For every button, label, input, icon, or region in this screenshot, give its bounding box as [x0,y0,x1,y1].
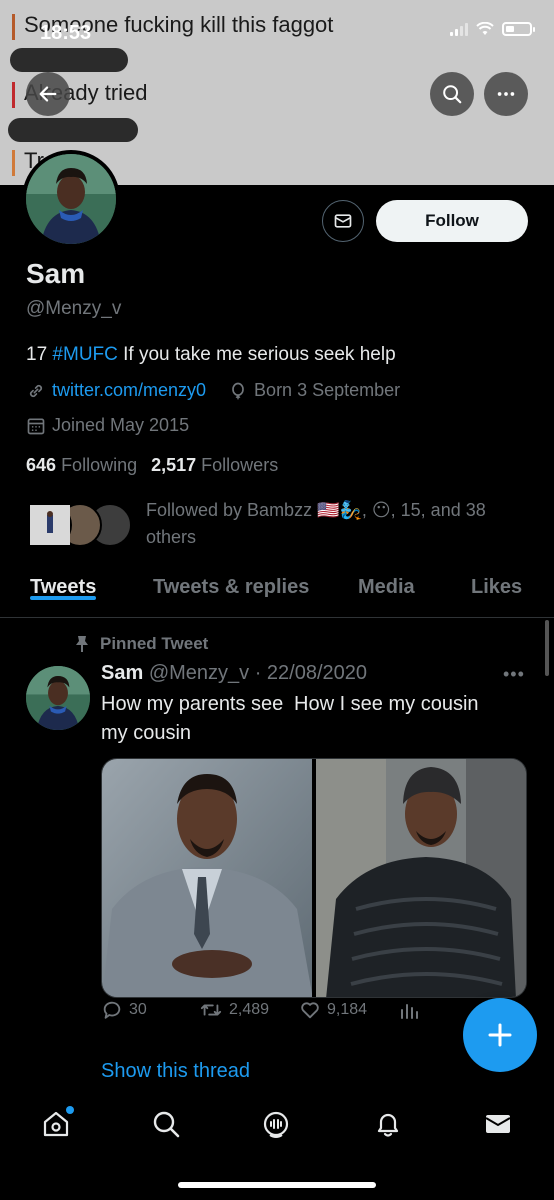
tab-likes[interactable]: Likes [471,566,522,599]
pin-icon [76,636,88,652]
tweet-header: Sam @Menzy_v · 22/08/2020 [101,662,367,685]
signal-icon [450,22,468,36]
avatar-photo [26,154,116,244]
profile-counts: 646 Following 2,517 Followers [26,455,278,476]
arrow-left-icon [39,86,57,102]
pinned-label: Pinned Tweet [74,634,208,654]
nav-messages[interactable] [478,1104,518,1144]
notification-dot [66,1106,74,1114]
back-button[interactable] [26,72,70,116]
nav-home[interactable] [36,1104,76,1144]
show-thread-link[interactable]: Show this thread [101,1060,250,1083]
compose-tweet-button[interactable] [463,998,537,1072]
balloon-icon [232,382,244,399]
tweet-caption-right: How I see my cousin [294,693,479,715]
message-button[interactable] [322,200,364,242]
tweet-image-left[interactable] [102,759,312,997]
banner-redaction [8,118,138,142]
following-count-link[interactable]: 646 Following [26,455,137,476]
profile-joined-row: Joined May 2015 [26,415,189,436]
tweet-author-name[interactable]: Sam [101,662,143,684]
more-button[interactable] [484,72,528,116]
nav-search[interactable] [146,1104,186,1144]
tweet-more-icon[interactable]: ••• [503,664,525,685]
bio-text: If you take me serious seek help [117,344,396,365]
mail-icon [334,214,352,228]
tweet-author-avatar[interactable] [26,666,90,730]
reply-icon [103,1001,121,1019]
nav-spaces[interactable] [256,1104,296,1144]
nav-notifications[interactable] [368,1104,408,1144]
bio-prefix: 17 [26,344,53,365]
search-icon [153,1111,180,1138]
wifi-icon [476,22,494,35]
like-button[interactable]: 9,184 [299,999,367,1021]
profile-tabs: Tweets Tweets & replies Media Likes [0,566,554,618]
calendar-icon [27,418,45,434]
profile-name: Sam [26,258,86,289]
profile-birthday: Born 3 September [254,380,401,400]
reply-count: 30 [129,1001,147,1018]
reply-button[interactable]: 30 [101,999,147,1021]
battery-icon [502,22,535,36]
tweet-caption-left: How my parents see my cousin [101,693,284,744]
profile-avatar[interactable] [22,150,120,248]
scrollbar[interactable] [545,620,549,676]
bio-hashtag-link[interactable]: #MUFC [52,344,117,365]
profile-meta-row: twitter.com/menzy0 Born 3 September [26,380,400,401]
spaces-icon [263,1111,289,1138]
avatar [28,503,72,547]
tab-media[interactable]: Media [358,566,415,599]
link-icon [29,384,43,397]
banner-redaction [10,48,128,72]
status-time: 18:53 [40,22,92,44]
profile-handle: @Menzy_v [26,298,122,319]
analytics-icon [401,1004,418,1019]
tweet-handle-date: @Menzy_v · 22/08/2020 [148,662,368,684]
more-horizontal-icon [497,92,515,96]
tab-tweets-and-replies[interactable]: Tweets & replies [153,566,309,599]
home-indicator[interactable] [178,1182,376,1188]
avatar-photo [26,666,90,730]
plus-icon [488,1023,512,1047]
home-icon [43,1111,69,1137]
search-icon [443,85,462,104]
search-button[interactable] [430,72,474,116]
retweet-icon [200,1004,222,1016]
like-count: 9,184 [327,1001,368,1018]
retweet-button[interactable]: 2,489 [199,999,269,1021]
mail-icon [485,1115,511,1133]
heart-icon [301,1002,319,1019]
tweet-media[interactable] [101,758,527,998]
tab-tweets[interactable]: Tweets [30,566,97,600]
tweet-image-right[interactable] [316,759,526,997]
status-icons [450,22,535,36]
bell-icon [377,1113,399,1137]
profile-bio: 17 #MUFC If you take me serious seek hel… [26,344,396,366]
follow-button[interactable]: Follow [376,200,528,242]
followed-by-text[interactable]: Followed by Bambzz 🇺🇸🧞, 😶, 15, and 38 ot… [146,497,526,551]
followers-count-link[interactable]: 2,517 Followers [151,455,278,476]
profile-joined: Joined May 2015 [52,415,190,435]
mutual-followers-avatars[interactable] [28,503,132,549]
retweet-count: 2,489 [229,1001,270,1018]
profile-website-link[interactable]: twitter.com/menzy0 [52,380,206,401]
analytics-button[interactable] [399,1000,419,1020]
